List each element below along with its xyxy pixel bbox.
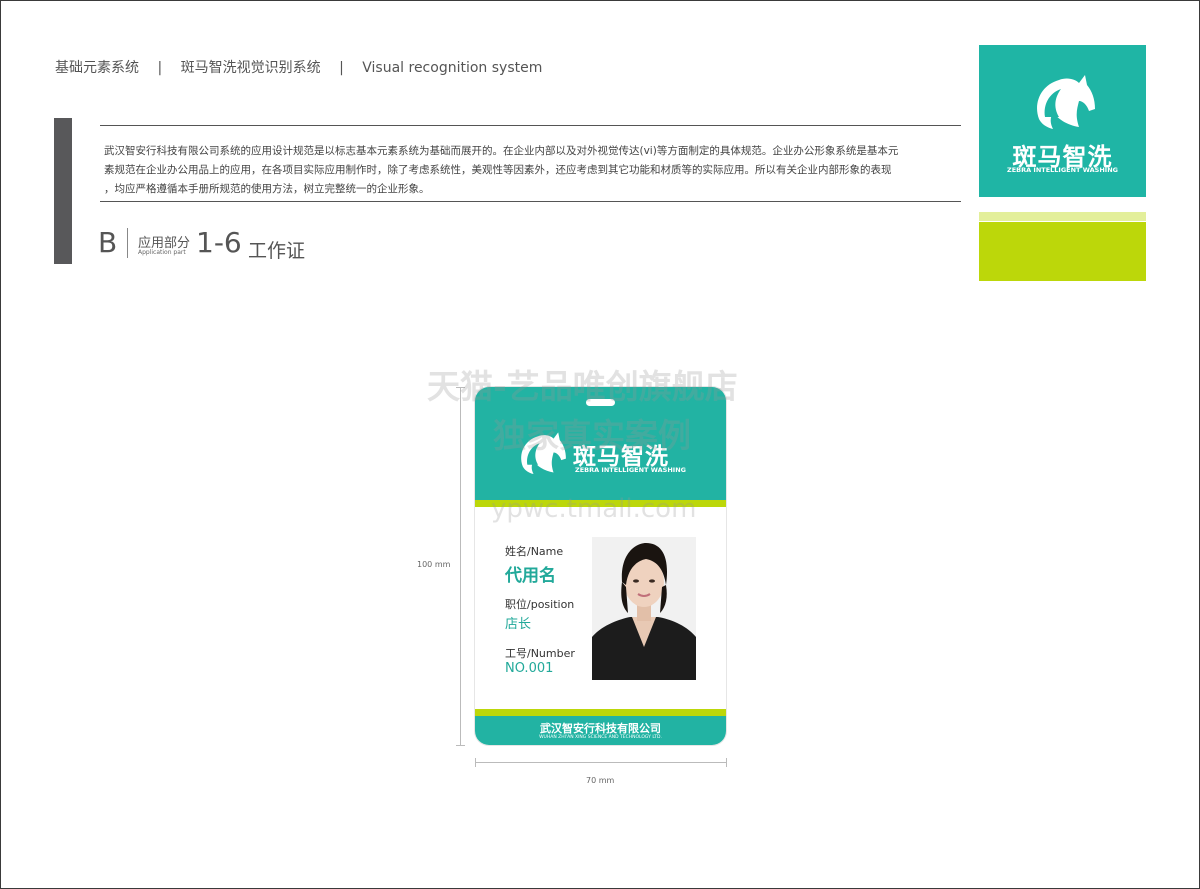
divider-bottom xyxy=(100,201,961,202)
watermark-line3: ypwc.tmall.com xyxy=(491,494,697,524)
badge-brand-en: ZEBRA INTELLIGENT WASHING xyxy=(575,466,686,474)
divider-top xyxy=(100,125,961,126)
employee-photo xyxy=(592,537,696,680)
intro-line: 武汉智安行科技有限公司系统的应用设计规范是以标志基本元素系统为基础而展开的。在企… xyxy=(104,145,899,157)
watermark-line2: 独家真实案例 xyxy=(493,416,691,455)
badge-stripe-bottom xyxy=(475,709,726,716)
dimension-line-height xyxy=(460,387,461,745)
name-label: 姓名/Name xyxy=(505,545,564,558)
name-value: 代用名 xyxy=(505,566,556,586)
color-swatch-light xyxy=(979,212,1146,221)
section-divider xyxy=(127,228,128,258)
section-letter: B xyxy=(98,226,118,259)
company-name-cn: 武汉智安行科技有限公司 xyxy=(540,722,661,735)
breadcrumb: 基础元素系统 | 斑马智洗视觉识别系统 | Visual recognition… xyxy=(55,57,556,77)
breadcrumb-separator: | xyxy=(157,60,163,76)
section-title: 工作证 xyxy=(248,240,306,262)
number-label: 工号/Number xyxy=(505,647,575,660)
color-swatch-lime xyxy=(979,222,1146,281)
breadcrumb-item-en: Visual recognition system xyxy=(362,60,543,76)
section-number: 1-6 xyxy=(196,226,242,259)
watermark-line1: 天猫-艺品唯创旗舰店 xyxy=(427,367,738,406)
dimension-line-width xyxy=(475,762,726,763)
dimension-tick xyxy=(456,745,465,746)
position-value: 店长 xyxy=(505,617,532,632)
intro-line: 素规范在企业办公用品上的应用，在各项目实际应用制作时，除了考虑系统性，美观性等因… xyxy=(104,164,892,176)
horse-logo-icon xyxy=(1037,75,1095,129)
brand-logo-box: 斑马智洗 ZEBRA INTELLIGENT WASHING xyxy=(979,45,1146,197)
position-label: 职位/position xyxy=(505,598,575,611)
breadcrumb-item-basic: 基础元素系统 xyxy=(55,60,139,76)
badge-footer: 武汉智安行科技有限公司 WUHAN ZHI'AN XING SCIENCE AN… xyxy=(475,716,726,745)
dimension-tick xyxy=(475,758,476,767)
section-part-en: Application part xyxy=(138,249,186,256)
brand-name-en: ZEBRA INTELLIGENT WASHING xyxy=(1007,166,1118,174)
dimension-height-label: 100 mm xyxy=(417,560,451,569)
dimension-tick xyxy=(726,758,727,767)
breadcrumb-item-vi: 斑马智洗视觉识别系统 xyxy=(180,60,321,76)
section-accent-bar xyxy=(54,118,72,264)
intro-line: ，均应严格遵循本手册所规范的使用方法，树立完整统一的企业形象。 xyxy=(104,183,430,195)
breadcrumb-separator: | xyxy=(339,60,344,76)
company-name-en: WUHAN ZHI'AN XING SCIENCE AND TECHNOLOGY… xyxy=(539,735,662,740)
dimension-width-label: 70 mm xyxy=(586,776,615,785)
intro-paragraph: 武汉智安行科技有限公司系统的应用设计规范是以标志基本元素系统为基础而展开的。在企… xyxy=(104,142,964,199)
number-value: NO.001 xyxy=(505,661,554,676)
